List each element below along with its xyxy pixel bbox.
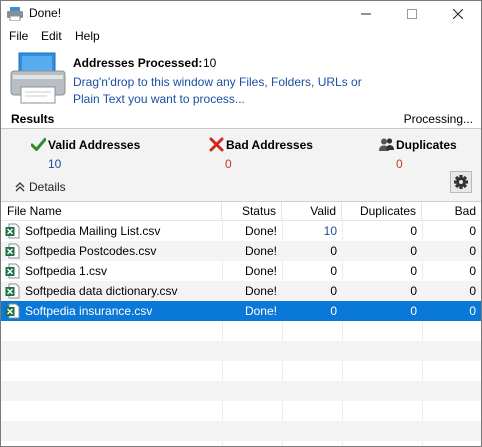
valid-cell: 0 [330,304,337,318]
chevron-up-double-icon [15,182,25,192]
excel-file-icon [5,263,20,279]
file-list: Softpedia Mailing List.csv Done! 10 0 0 … [1,221,481,446]
close-icon [452,8,464,20]
window-title: Done! [29,6,62,20]
minimize-icon [361,13,371,15]
duplicates-cell: 0 [410,304,417,318]
checkmark-icon [31,138,46,151]
excel-file-icon [5,283,20,299]
maximize-icon [407,9,417,19]
x-icon [209,137,224,152]
title-bar[interactable]: Done! [1,1,481,27]
duplicates-cell: 0 [410,224,417,238]
valid-cell: 0 [330,264,337,278]
status-cell: Done! [244,264,277,278]
file-name-cell: Softpedia 1.csv [25,264,108,278]
scanner-icon [10,52,66,104]
bad-addresses-count: 0 [225,157,232,171]
maximize-button[interactable] [389,1,435,27]
drop-instructions: Drag'n'drop to this window any Files, Fo… [73,75,362,106]
duplicates-count: 0 [396,157,403,171]
empty-row [1,421,481,441]
status-cell: Done! [244,284,277,298]
empty-row [1,381,481,401]
excel-file-icon [5,303,20,319]
status-cell: Done! [244,224,277,238]
file-name-cell: Softpedia data dictionary.csv [25,284,178,298]
status-cell: Done! [244,244,277,258]
table-row-selected[interactable]: Softpedia insurance.csv Done! 0 0 0 [1,301,481,321]
file-name-cell: Softpedia Mailing List.csv [25,224,161,238]
valid-cell: 0 [330,284,337,298]
table-row[interactable]: Softpedia data dictionary.csv Done! 0 0 … [1,281,481,301]
results-summary: Valid Addresses Bad Addresses Duplicates… [1,129,481,201]
printer-icon [7,7,23,21]
processing-status: Processing... [403,112,473,126]
menu-file[interactable]: File [9,29,28,43]
table-header: File Name Status Valid Duplicates Bad [1,202,481,221]
bad-cell: 0 [469,244,476,258]
column-header-bad[interactable]: Bad [422,202,481,221]
people-icon [379,138,394,151]
menu-help[interactable]: Help [75,29,100,43]
excel-file-icon [5,243,20,259]
menu-bar: File Edit Help [1,27,481,47]
file-name-cell: Softpedia Postcodes.csv [25,244,157,258]
addresses-processed-label: Addresses Processed: [73,56,203,70]
table-row[interactable]: Softpedia Mailing List.csv Done! 10 0 0 [1,221,481,241]
duplicates-cell: 0 [410,264,417,278]
menu-edit[interactable]: Edit [41,29,62,43]
valid-addresses-count: 10 [48,157,62,171]
file-name-cell: Softpedia insurance.csv [25,304,153,318]
table-row[interactable]: Softpedia Postcodes.csv Done! 0 0 0 [1,241,481,261]
column-header-status[interactable]: Status [222,202,282,221]
details-toggle[interactable]: Details [15,180,66,194]
duplicates-cell: 0 [410,244,417,258]
duplicates-cell: 0 [410,284,417,298]
bad-cell: 0 [469,224,476,238]
empty-row [1,341,481,361]
bad-addresses-label: Bad Addresses [226,138,313,152]
duplicates-label: Duplicates [396,138,457,152]
status-cell: Done! [244,304,277,318]
column-header-file-name[interactable]: File Name [1,202,222,221]
column-header-valid[interactable]: Valid [282,202,342,221]
settings-button[interactable] [450,171,472,193]
valid-addresses-label: Valid Addresses [48,138,141,152]
details-label: Details [29,180,66,194]
bad-cell: 0 [469,284,476,298]
results-heading: Results [11,112,55,126]
column-header-duplicates[interactable]: Duplicates [342,202,422,221]
bad-cell: 0 [469,264,476,278]
app-window: Done! File Edit Help Addresses Processed… [0,0,482,447]
valid-cell: 0 [330,244,337,258]
excel-file-icon [5,223,20,239]
bad-cell: 0 [469,304,476,318]
addresses-processed-count: 10 [203,56,217,70]
table-row[interactable]: Softpedia 1.csv Done! 0 0 0 [1,261,481,281]
minimize-button[interactable] [343,1,389,27]
close-button[interactable] [435,1,481,27]
gear-icon [454,175,468,189]
valid-cell: 10 [323,224,337,238]
